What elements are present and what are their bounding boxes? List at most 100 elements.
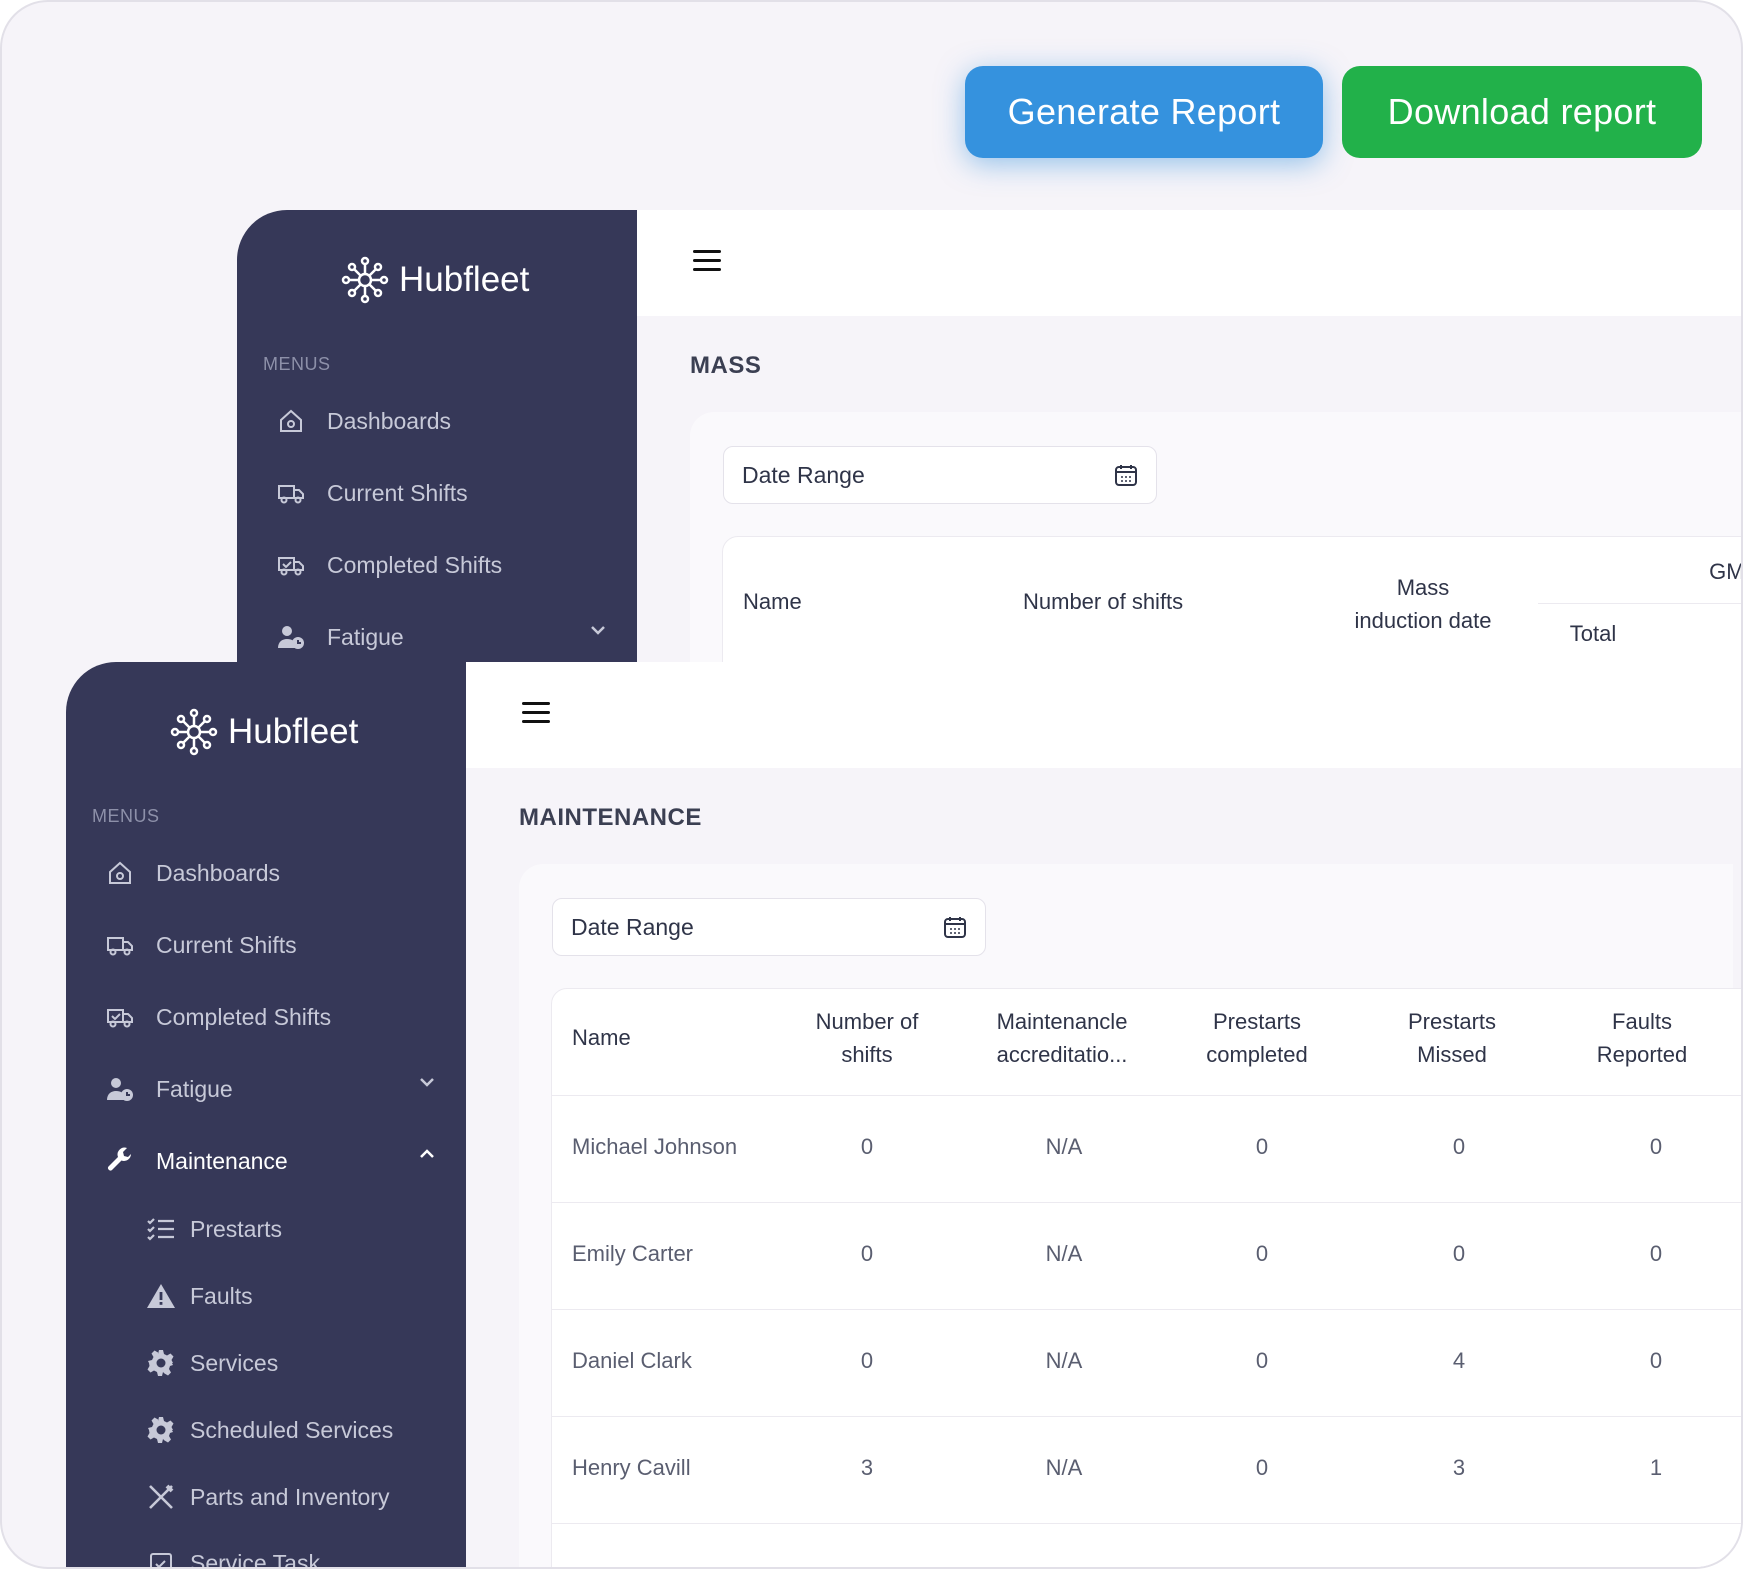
table-row[interactable]: Henry Cavill 3 N/A 0 3 1: [552, 1416, 1741, 1523]
col-name: Name: [743, 589, 802, 614]
download-report-button[interactable]: Download report: [1342, 66, 1702, 158]
cell-missed: 4: [1452, 1348, 1466, 1373]
chevron-up-icon: [420, 1149, 434, 1158]
cell-name: Daniel Clark: [572, 1348, 692, 1373]
table-row[interactable]: Emily Carter 0 N/A 0 0 0: [552, 1202, 1741, 1309]
sidebar-item-fatigue[interactable]: Fatigue: [277, 612, 607, 662]
top-bar: [466, 662, 1741, 768]
cell-accreditation: N/A: [1045, 1241, 1083, 1266]
cell-completed: 0: [1255, 1241, 1269, 1266]
col-accreditation-line2: accreditatio...: [996, 1042, 1128, 1067]
mass-table: Name Number of shifts Mass induction dat…: [722, 536, 1743, 662]
cell-name: Michael Johnson: [572, 1134, 738, 1159]
user-clock-icon: [106, 1075, 134, 1103]
cell-missed: 0: [1452, 1134, 1466, 1159]
maintenance-window: Hubfleet MENUS Dashboards Current Shifts…: [66, 662, 1741, 1567]
cell-missed: 3: [1452, 1455, 1466, 1480]
mass-window: Hubfleet MENUS Dashboards Current Shifts…: [237, 210, 1743, 662]
sidebar-item-fatigue[interactable]: Fatigue: [106, 1064, 436, 1114]
col-missed-line1: Prestarts: [1407, 1009, 1497, 1034]
task-icon: [146, 1548, 176, 1567]
calendar-icon: [944, 917, 966, 938]
cell-accreditation: N/A: [1045, 1455, 1083, 1480]
sidebar-subitem-parts-inventory[interactable]: Parts and Inventory: [146, 1472, 389, 1522]
brand-name: Hubfleet: [399, 260, 530, 299]
cell-faults: 0: [1649, 1241, 1663, 1266]
truck-icon: [277, 479, 305, 507]
col-induction-line1: Mass: [1396, 575, 1450, 600]
cell-completed: 0: [1255, 1134, 1269, 1159]
maintenance-table: Name Number of shifts Maintenancle accre…: [551, 988, 1741, 1567]
sidebar-subitem-service-task[interactable]: Service Task: [146, 1538, 320, 1567]
truck-icon: [106, 931, 134, 959]
sidebar-item-maintenance[interactable]: Maintenance: [106, 1136, 436, 1186]
sidebar-subitem-prestarts[interactable]: Prestarts: [146, 1204, 282, 1254]
tools-icon: [146, 1482, 176, 1512]
screenshot-frame: Generate Report Download report Hubfleet…: [0, 0, 1743, 1569]
date-range-picker[interactable]: Date Range: [723, 446, 1157, 504]
col-completed-line2: completed: [1206, 1042, 1308, 1067]
sidebar-item-dashboards[interactable]: Dashboards: [277, 396, 607, 446]
table-row[interactable]: [552, 1523, 1741, 1567]
col-shifts-line1: Number of: [815, 1009, 919, 1034]
home-icon: [277, 407, 305, 435]
cell-shifts: 0: [860, 1241, 874, 1266]
date-range-picker[interactable]: Date Range: [552, 898, 986, 956]
col-name: Name: [572, 1025, 631, 1050]
menus-label: MENUS: [263, 354, 331, 374]
chevron-down-icon: [591, 626, 605, 635]
cell-accreditation: N/A: [1045, 1134, 1083, 1159]
col-induction-line2: induction date: [1354, 608, 1492, 633]
hub-logo-icon: [170, 708, 218, 756]
sidebar-subitem-faults[interactable]: Faults: [146, 1271, 253, 1321]
sidebar-subitem-services[interactable]: Services: [146, 1338, 278, 1388]
sidebar-item-current-shifts[interactable]: Current Shifts: [106, 920, 436, 970]
cell-name: Emily Carter: [572, 1241, 694, 1266]
cell-shifts: 0: [860, 1348, 874, 1373]
table-row[interactable]: Daniel Clark 0 N/A 0 4 0: [552, 1309, 1741, 1416]
brand-logo[interactable]: Hubfleet: [339, 250, 529, 310]
col-shifts-line2: shifts: [841, 1042, 893, 1067]
menus-label: MENUS: [92, 806, 160, 826]
sidebar: Hubfleet MENUS Dashboards Current Shifts…: [66, 662, 466, 1567]
warning-icon: [146, 1281, 176, 1311]
sidebar-item-completed-shifts[interactable]: Completed Shifts: [106, 992, 436, 1042]
cell-faults: 1: [1649, 1455, 1663, 1480]
wrench-icon: [106, 1147, 134, 1175]
brand-name: Hubfleet: [228, 712, 359, 751]
truck-check-icon: [277, 551, 305, 579]
col-gml: GML: [1709, 559, 1743, 584]
cell-completed: 0: [1255, 1348, 1269, 1373]
cell-shifts: 3: [860, 1455, 874, 1480]
sidebar-item-current-shifts[interactable]: Current Shifts: [277, 468, 607, 518]
mass-content: MASS Date Range Name Number of shifts Ma…: [637, 316, 1743, 662]
generate-report-button[interactable]: Generate Report: [965, 66, 1323, 158]
sidebar-subitem-scheduled-services[interactable]: Scheduled Services: [146, 1405, 393, 1455]
cell-missed: 0: [1452, 1241, 1466, 1266]
cell-shifts: 0: [860, 1134, 874, 1159]
top-bar: [637, 210, 1741, 316]
col-missed-line2: Missed: [1417, 1042, 1487, 1067]
cell-faults: 0: [1649, 1134, 1663, 1159]
mass-card: Date Range Name Number of shifts Mass in…: [690, 412, 1743, 662]
hamburger-menu-icon[interactable]: [522, 702, 550, 724]
sidebar: Hubfleet MENUS Dashboards Current Shifts…: [237, 210, 637, 662]
brand-logo[interactable]: Hubfleet: [168, 702, 358, 762]
gear-icon: [146, 1415, 176, 1445]
col-faults-line2: Reported: [1596, 1042, 1688, 1067]
table-row[interactable]: Michael Johnson 0 N/A 0 0 0: [552, 1095, 1741, 1202]
page-title: MAINTENANCE: [519, 804, 702, 831]
hub-logo-icon: [341, 256, 389, 304]
maintenance-card: Date Range Name Number of shifts Mainten…: [519, 864, 1741, 1567]
cell-completed: 0: [1255, 1455, 1269, 1480]
hamburger-menu-icon[interactable]: [693, 250, 721, 272]
chevron-down-icon: [420, 1078, 434, 1087]
maintenance-content: MAINTENANCE Date Range Name Number of sh…: [466, 768, 1741, 1567]
cell-accreditation: N/A: [1045, 1348, 1083, 1373]
col-completed-line1: Prestarts: [1212, 1009, 1302, 1034]
cell-faults: 0: [1649, 1348, 1663, 1373]
sidebar-item-completed-shifts[interactable]: Completed Shifts: [277, 540, 607, 590]
gear-icon: [146, 1348, 176, 1378]
sidebar-item-dashboards[interactable]: Dashboards: [106, 848, 436, 898]
cell-name: Henry Cavill: [572, 1455, 691, 1480]
